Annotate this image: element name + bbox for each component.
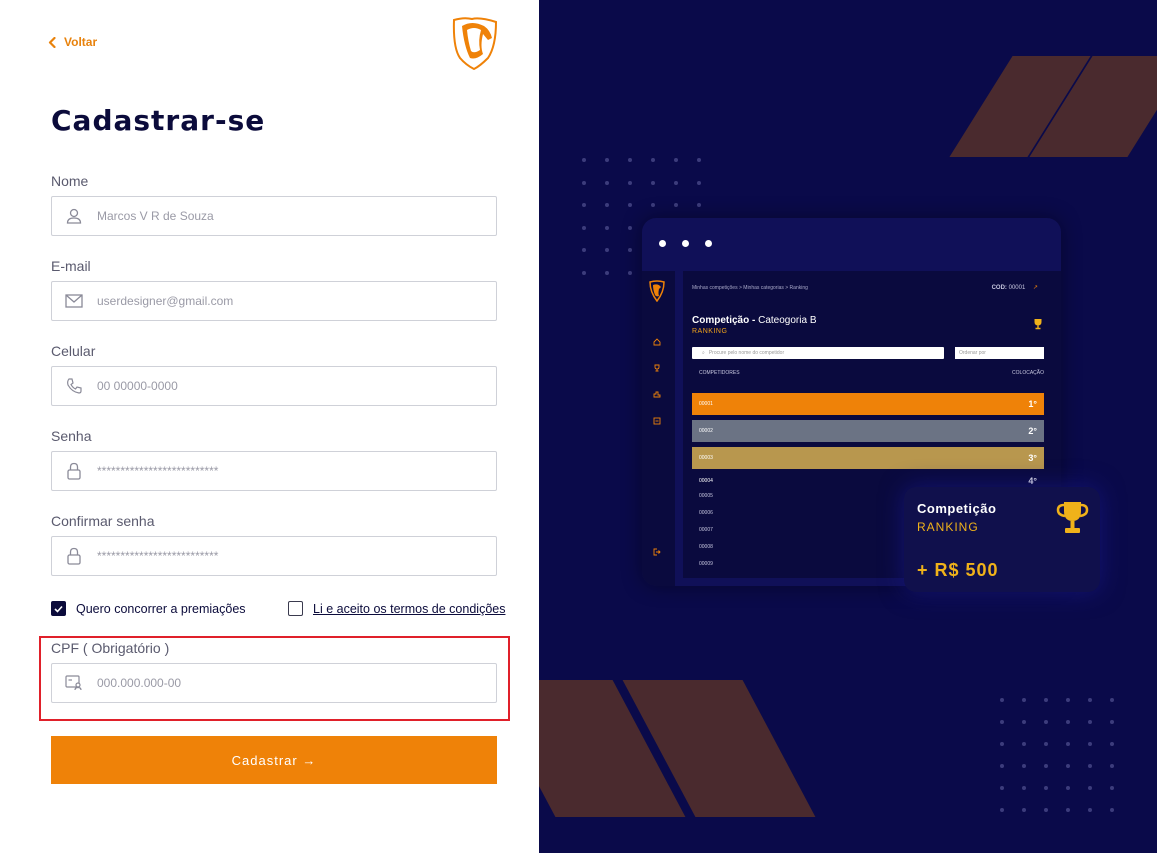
email-input[interactable] (96, 294, 496, 308)
lock-icon (52, 452, 96, 490)
name-input[interactable] (96, 209, 496, 223)
back-label: Voltar (64, 35, 98, 49)
phone-icon (52, 367, 96, 405)
check-icon (54, 605, 63, 613)
horse-shield-logo (649, 280, 665, 302)
mail-icon (52, 282, 96, 320)
search-icon: ⌕ (702, 350, 705, 356)
preview-list-item: 00009 (699, 561, 713, 567)
chevron-left-icon (48, 36, 56, 48)
confirm-password-field[interactable] (51, 536, 497, 576)
home-icon (653, 338, 661, 346)
back-link[interactable]: Voltar (48, 35, 97, 49)
lock-icon (52, 537, 96, 575)
confirm-password-label: Confirmar senha (51, 513, 155, 529)
terms-checkbox[interactable] (288, 601, 303, 616)
prize-card: Competição RANKING + R$ 500 (904, 487, 1100, 592)
prize-card-subtitle: RANKING (917, 520, 979, 534)
user-icon (52, 197, 96, 235)
preview-col-position: COLOCAÇÃO (1012, 370, 1044, 376)
trophy-icon (1056, 502, 1089, 533)
submit-button[interactable]: Cadastrar → (51, 736, 497, 784)
phone-field[interactable] (51, 366, 497, 406)
cpf-field[interactable] (51, 663, 497, 703)
signup-panel: Voltar Cadastrar-se Nome E-mail Celular … (0, 0, 539, 853)
preview-title: Competição - Cateogoria B (692, 315, 817, 326)
password-label: Senha (51, 428, 92, 444)
window-dots (659, 240, 712, 247)
cpf-input[interactable] (96, 676, 496, 690)
prizes-label: Quero concorrer a premiações (76, 601, 246, 616)
trophy-icon (1034, 319, 1042, 330)
preview-col-competitors: COMPETIDORES (699, 370, 740, 376)
preview-search-input: ⌕ Procure pelo nome do competidor (692, 347, 944, 359)
email-label: E-mail (51, 258, 91, 274)
phone-label: Celular (51, 343, 96, 359)
preview-sidebar (642, 271, 675, 586)
id-card-icon (52, 664, 96, 702)
logout-icon (653, 548, 661, 556)
email-field[interactable] (51, 281, 497, 321)
preview-cod: COD: 00001 ↗ (991, 285, 1038, 291)
name-field[interactable] (51, 196, 497, 236)
preview-rank-row: 00001 1° (692, 393, 1044, 415)
preview-rank-row: 00003 3° (692, 447, 1044, 469)
preview-subtitle: RANKING (692, 328, 728, 335)
podium-icon (653, 391, 661, 398)
prizes-option[interactable]: Quero concorrer a premiações (51, 601, 246, 616)
preview-sort-select: Ordenar por (955, 347, 1044, 359)
preview-list-item: 00006 (699, 510, 713, 516)
trophy-icon (654, 364, 660, 372)
dot-grid (1000, 698, 1114, 812)
preview-rank-row: 00002 2° (692, 420, 1044, 442)
preview-list-item: 00005 (699, 493, 713, 499)
terms-option[interactable]: Li e aceito os termos de condições (288, 601, 505, 616)
terms-link[interactable]: Li e aceito os termos de condições (313, 602, 505, 616)
password-input[interactable] (96, 464, 496, 478)
preview-breadcrumb: Minhas competições > Minhas categorias >… (692, 285, 808, 291)
password-field[interactable] (51, 451, 497, 491)
external-link-icon: ↗ (1032, 285, 1038, 291)
phone-input[interactable] (96, 379, 496, 393)
prize-card-title: Competição (917, 501, 997, 516)
page-title: Cadastrar-se (51, 104, 266, 137)
submit-label: Cadastrar → (231, 752, 317, 768)
preview-list-item: 00008 (699, 544, 713, 550)
cpf-label: CPF ( Obrigatório ) (51, 640, 170, 656)
horse-shield-logo (452, 17, 498, 70)
name-label: Nome (51, 173, 89, 189)
prizes-checkbox[interactable] (51, 601, 66, 616)
document-icon (653, 417, 661, 425)
prize-amount: + R$ 500 (917, 560, 999, 580)
preview-list-item: 00007 (699, 527, 713, 533)
confirm-password-input[interactable] (96, 549, 496, 563)
